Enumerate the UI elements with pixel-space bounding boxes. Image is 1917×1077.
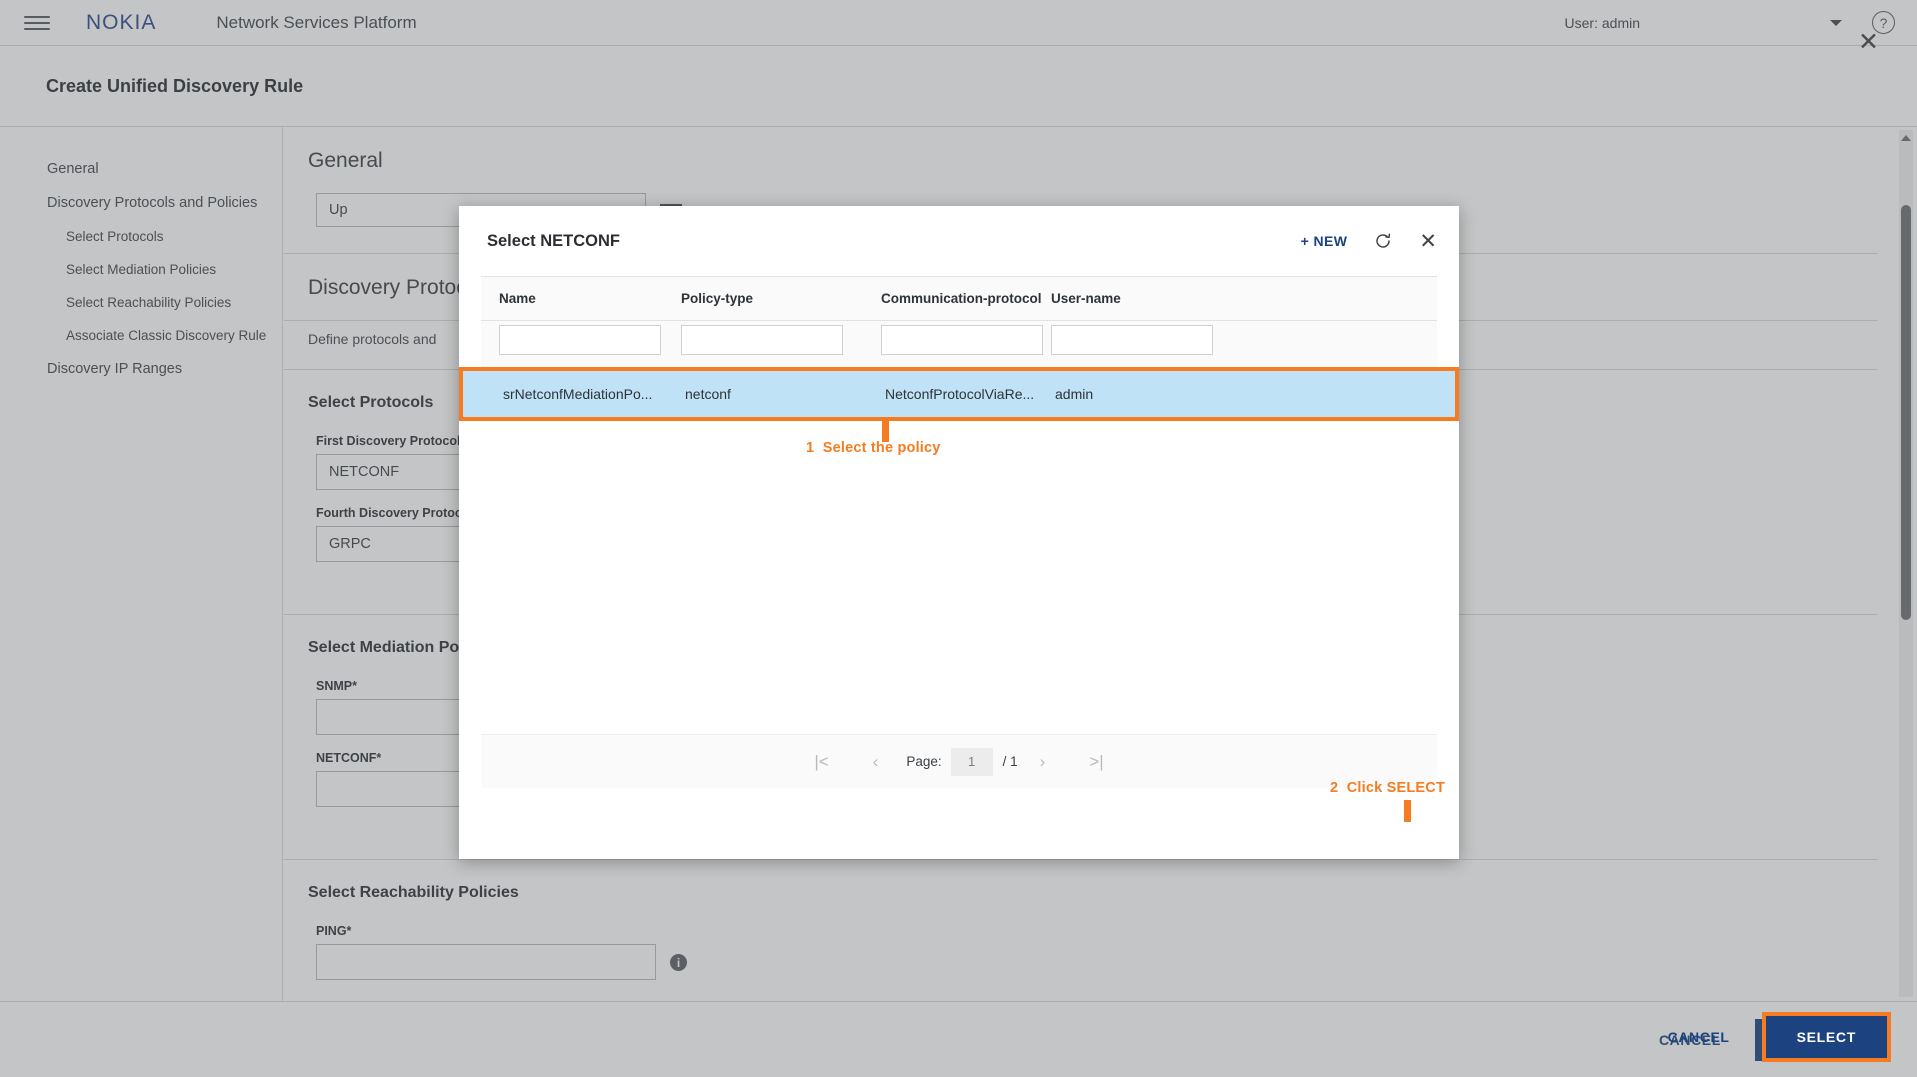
close-icon[interactable]: ✕	[1419, 231, 1437, 252]
new-button[interactable]: + NEW	[1301, 233, 1348, 249]
annotation-1-text: Select the policy	[822, 440, 941, 456]
cell-communication-protocol: NetconfProtocolViaRe...	[885, 386, 1035, 402]
annotation-2-label: 2 Click SELECT	[1330, 780, 1445, 796]
last-page-icon[interactable]: >|	[1067, 752, 1125, 772]
select-button-highlight: SELECT	[1761, 1012, 1891, 1062]
dialog-title: Select NETCONF	[487, 231, 620, 250]
cell-policy-type: netconf	[685, 386, 731, 402]
first-page-icon[interactable]: |<	[792, 752, 850, 772]
next-page-icon[interactable]: ›	[1018, 752, 1068, 772]
annotation-1-number: 1	[806, 440, 815, 456]
page-total-label: / 1	[1002, 754, 1018, 769]
column-header-name[interactable]: Name	[481, 277, 681, 320]
annotation-2-number: 2	[1330, 780, 1339, 796]
refresh-icon[interactable]	[1373, 231, 1393, 251]
previous-page-icon[interactable]: ‹	[851, 752, 901, 772]
dialog-header: Select NETCONF + NEW ✕	[459, 206, 1459, 276]
column-header-policy-type[interactable]: Policy-type	[681, 277, 881, 320]
cell-name: srNetconfMediationPo...	[503, 386, 653, 402]
filter-cell-policy-type	[681, 325, 881, 355]
select-button[interactable]: SELECT	[1765, 1016, 1887, 1058]
table-filter-row	[481, 321, 1437, 367]
application-root: NOKIA Network Services Platform User: ad…	[0, 0, 1917, 1077]
filter-cell-name	[481, 325, 681, 355]
table-row[interactable]: srNetconfMediationPo... netconf NetconfP…	[459, 367, 1459, 421]
cell-user-name: admin	[1055, 386, 1094, 402]
dialog-cancel-button[interactable]: CANCEL	[1668, 1029, 1730, 1045]
table-header-row: Name Policy-type Communication-protocol …	[481, 277, 1437, 321]
annotation-1-connector	[882, 420, 889, 442]
annotation-1-label: 1 Select the policy	[806, 440, 941, 456]
column-header-user-name[interactable]: User-name	[1051, 277, 1251, 320]
dialog-footer: CANCEL SELECT	[917, 997, 1917, 1077]
table-pagination: |< ‹ Page: 1 / 1 › >|	[481, 734, 1437, 788]
filter-cell-user-name	[1051, 325, 1251, 355]
dialog-header-actions: + NEW ✕	[1301, 231, 1437, 252]
annotation-2-text: Click SELECT	[1346, 780, 1446, 796]
filter-cell-communication-protocol	[881, 325, 1051, 355]
filter-input-user-name[interactable]	[1051, 325, 1213, 355]
page-number-input[interactable]: 1	[950, 747, 993, 776]
page-label: Page:	[906, 754, 942, 769]
filter-input-communication-protocol[interactable]	[881, 325, 1043, 355]
policy-table: Name Policy-type Communication-protocol …	[459, 276, 1459, 421]
filter-cell-spacer	[1251, 325, 1437, 355]
column-header-communication-protocol[interactable]: Communication-protocol	[881, 277, 1051, 320]
filter-input-name[interactable]	[499, 325, 661, 355]
filter-input-policy-type[interactable]	[681, 325, 843, 355]
annotation-2-connector	[1404, 800, 1411, 822]
column-header-spacer	[1251, 277, 1437, 320]
